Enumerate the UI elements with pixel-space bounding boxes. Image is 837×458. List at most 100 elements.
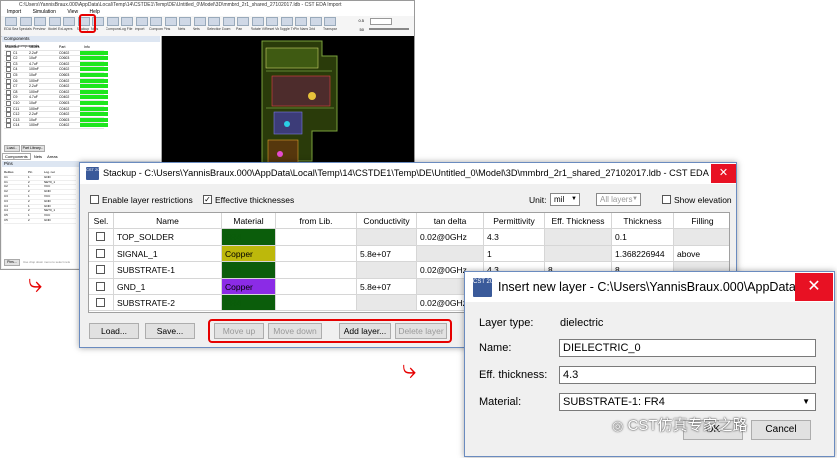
- part-library-button[interactable]: Part Library...: [21, 145, 45, 152]
- column-header-eff-thickness[interactable]: Eff. Thickness: [545, 213, 612, 230]
- close-icon[interactable]: ✕: [795, 273, 833, 301]
- row-select-cell[interactable]: [89, 262, 114, 279]
- material-cell[interactable]: FR4: [222, 295, 276, 312]
- mounted-checkbox[interactable]: [6, 117, 11, 123]
- row-select-checkbox[interactable]: [96, 248, 105, 258]
- load-button[interactable]: Load...: [89, 323, 139, 339]
- ribbon-button-icon[interactable]: [208, 17, 220, 26]
- mounted-checkbox[interactable]: [6, 78, 11, 84]
- ribbon-button-icon[interactable]: [237, 17, 249, 26]
- mounted-checkbox[interactable]: [6, 67, 11, 73]
- column-header-permittivity[interactable]: Permittivity: [484, 213, 545, 230]
- thickness-cell[interactable]: 1.368226944: [612, 245, 674, 263]
- ribbon-button-icon[interactable]: [106, 17, 119, 26]
- layer-name-cell[interactable]: SUBSTRATE-2: [114, 295, 222, 312]
- conductivity-cell[interactable]: [357, 229, 417, 246]
- ribbon-button-icon[interactable]: [179, 17, 191, 26]
- from-lib-cell[interactable]: [276, 295, 357, 312]
- column-header-material[interactable]: Material: [222, 213, 276, 230]
- ribbon-button-icon[interactable]: [295, 17, 307, 26]
- ribbon-button-icon[interactable]: [19, 17, 32, 26]
- name-input[interactable]: DIELECTRIC_0: [559, 339, 816, 357]
- layers-filter-select[interactable]: All layers ▼: [596, 193, 641, 206]
- transparency-slider[interactable]: [369, 28, 409, 30]
- ribbon-button-icon[interactable]: [222, 17, 235, 26]
- mounted-checkbox[interactable]: [6, 123, 11, 129]
- menu-view[interactable]: View: [67, 9, 78, 15]
- from-lib-cell[interactable]: [276, 262, 357, 279]
- ribbon-button-icon[interactable]: [280, 17, 293, 26]
- row-select-cell[interactable]: [89, 295, 114, 312]
- ribbon-button-icon[interactable]: [164, 17, 177, 26]
- conductivity-cell[interactable]: 5.8e+07: [357, 245, 417, 263]
- mounted-checkbox[interactable]: [6, 56, 11, 62]
- ribbon-button-icon[interactable]: [34, 17, 46, 26]
- cancel-button[interactable]: Cancel: [751, 420, 811, 440]
- material-cell[interactable]: Copper: [222, 245, 276, 263]
- row-select-checkbox[interactable]: [96, 298, 105, 307]
- pin-row[interactable]: C5 2 GND: [4, 218, 76, 224]
- thickness-cell[interactable]: 0.1: [612, 229, 674, 246]
- row-select-checkbox[interactable]: [96, 281, 105, 291]
- ribbon-button-icon[interactable]: [324, 17, 336, 26]
- row-select-checkbox[interactable]: [96, 232, 105, 242]
- ribbon-button-icon[interactable]: [193, 17, 206, 26]
- mounted-checkbox[interactable]: [6, 84, 11, 90]
- tan-delta-cell[interactable]: 0.02@0GHz: [417, 229, 484, 246]
- eff-thickness-input[interactable]: 4.3: [559, 366, 816, 384]
- tab-areas[interactable]: Areas: [45, 154, 59, 159]
- row-select-checkbox[interactable]: [96, 265, 105, 275]
- conductivity-cell[interactable]: [357, 295, 417, 312]
- ribbon-button-icon[interactable]: [309, 17, 322, 26]
- column-header-sel[interactable]: Sel.: [89, 213, 114, 230]
- permittivity-cell[interactable]: 4.3: [484, 229, 545, 246]
- mounted-checkbox[interactable]: [6, 89, 11, 95]
- save-button[interactable]: Save...: [145, 323, 195, 339]
- ribbon-button-icon[interactable]: [48, 17, 61, 26]
- filling-cell[interactable]: above: [674, 246, 729, 263]
- column-header-conductivity[interactable]: Conductivity: [357, 213, 417, 230]
- ribbon-button-icon[interactable]: [5, 17, 17, 26]
- row-select-cell[interactable]: [89, 229, 114, 246]
- effective-thickness-checkbox[interactable]: ✓: [203, 195, 212, 204]
- mounted-checkbox[interactable]: [6, 61, 11, 67]
- row-select-cell[interactable]: [89, 245, 114, 263]
- column-header-thickness[interactable]: Thickness: [612, 213, 674, 230]
- menu-simulation[interactable]: Simulation: [33, 9, 56, 15]
- mounted-checkbox[interactable]: [6, 112, 11, 118]
- ribbon-button-icon[interactable]: [251, 17, 264, 26]
- show-elevation-checkbox[interactable]: [662, 195, 671, 204]
- menu-import[interactable]: Import: [7, 9, 21, 15]
- components-load-button[interactable]: Load...: [4, 145, 20, 152]
- ribbon-button-icon[interactable]: [266, 17, 278, 26]
- tab-components[interactable]: Components: [2, 153, 31, 160]
- material-cell[interactable]: FR4: [222, 262, 276, 279]
- eff-thickness-cell[interactable]: [545, 229, 612, 246]
- mounted-checkbox[interactable]: [6, 72, 11, 78]
- tan-delta-cell[interactable]: [417, 245, 484, 263]
- column-header-tan-delta[interactable]: tan delta: [417, 213, 484, 230]
- grid-size-input[interactable]: [370, 18, 392, 25]
- permittivity-cell[interactable]: 1: [484, 245, 545, 263]
- pins-button[interactable]: Pins...: [4, 259, 20, 266]
- conductivity-cell[interactable]: 5.8e+07: [357, 278, 417, 295]
- component-row[interactable]: C14 100nF C0402: [4, 123, 108, 129]
- close-icon[interactable]: ✕: [711, 164, 736, 183]
- mounted-checkbox[interactable]: [6, 50, 11, 56]
- column-header-filling[interactable]: Filling: [674, 213, 729, 230]
- from-lib-cell[interactable]: [276, 229, 357, 246]
- layer-name-cell[interactable]: GND_1: [114, 278, 222, 295]
- ribbon-button-icon[interactable]: [135, 17, 148, 26]
- mounted-checkbox[interactable]: [6, 95, 11, 101]
- eff-thickness-cell[interactable]: [545, 245, 612, 263]
- enable-layer-restrictions-checkbox[interactable]: [90, 195, 99, 204]
- row-select-cell[interactable]: [89, 278, 114, 295]
- ribbon-button-icon[interactable]: [150, 17, 162, 26]
- mounted-checkbox[interactable]: [6, 106, 11, 112]
- layer-name-cell[interactable]: SIGNAL_1: [114, 245, 222, 263]
- column-header-from-lib[interactable]: from Lib.: [276, 213, 357, 230]
- from-lib-cell[interactable]: [276, 245, 357, 263]
- conductivity-cell[interactable]: [357, 262, 417, 279]
- material-select[interactable]: SUBSTRATE-1: FR4 ▼: [559, 393, 816, 411]
- filling-cell[interactable]: [674, 229, 729, 246]
